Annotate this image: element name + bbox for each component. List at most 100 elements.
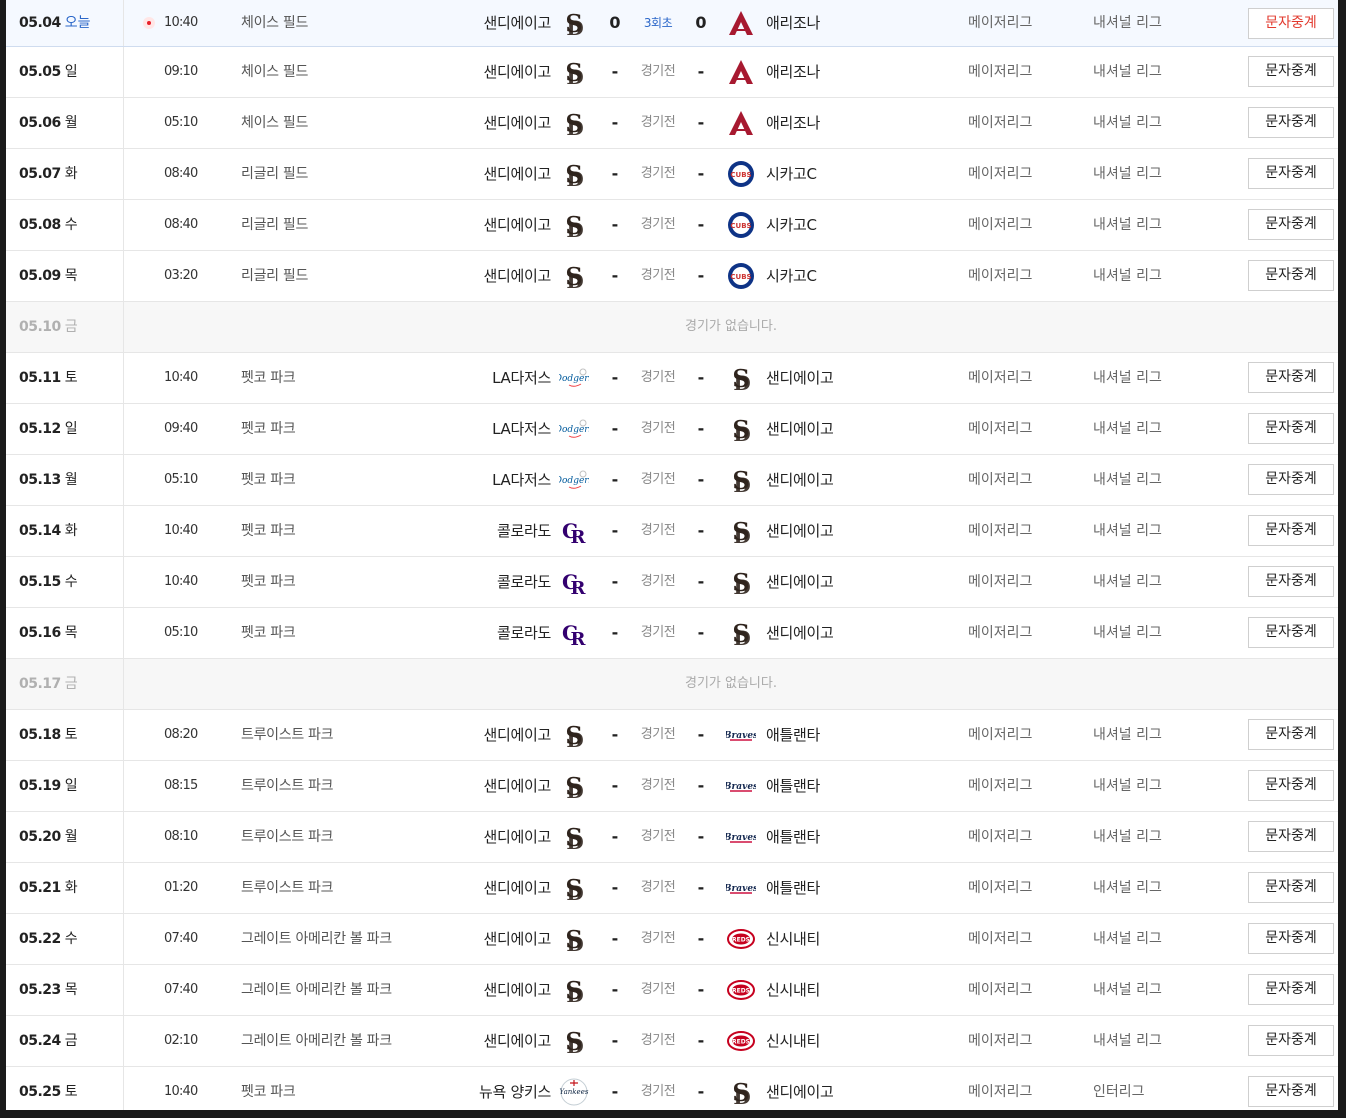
cubs-logo-icon[interactable]: CUBS	[726, 261, 756, 291]
text-broadcast-button[interactable]: 문자중계	[1248, 1025, 1334, 1056]
braves-logo-icon[interactable]: Braves	[726, 822, 756, 852]
away-team-name[interactable]: 샌디에이고	[766, 455, 834, 505]
padres-logo-icon[interactable]: SD	[559, 261, 589, 291]
home-team-name[interactable]: 콜로라도	[497, 608, 551, 658]
home-team-name[interactable]: 샌디에이고	[483, 98, 551, 148]
away-team-name[interactable]: 애리조나	[766, 47, 820, 97]
text-broadcast-button[interactable]: 문자중계	[1248, 107, 1334, 138]
dbacks-logo-icon[interactable]	[726, 8, 756, 38]
away-team-name[interactable]: 애리조나	[766, 98, 820, 148]
reds-logo-icon[interactable]: REDS	[726, 975, 756, 1005]
home-team-name[interactable]: 샌디에이고	[483, 200, 551, 250]
away-team-name[interactable]: 샌디에이고	[766, 1067, 834, 1110]
home-team-name[interactable]: 샌디에이고	[483, 47, 551, 97]
rockies-logo-icon[interactable]: CR	[559, 516, 589, 546]
reds-logo-icon[interactable]: REDS	[726, 924, 756, 954]
text-broadcast-button[interactable]: 문자중계	[1248, 209, 1334, 240]
padres-logo-icon[interactable]: SD	[726, 1077, 756, 1107]
dodgers-logo-icon[interactable]: Dodgers	[559, 465, 589, 495]
home-team-name[interactable]: LA다저스	[492, 404, 551, 454]
away-team-name[interactable]: 시카고C	[766, 200, 817, 250]
text-broadcast-button[interactable]: 문자중계	[1248, 413, 1334, 444]
away-team-name[interactable]: 시카고C	[766, 251, 817, 301]
home-team-name[interactable]: 샌디에이고	[483, 965, 551, 1015]
rockies-logo-icon[interactable]: CR	[559, 618, 589, 648]
home-team-name[interactable]: 샌디에이고	[483, 149, 551, 199]
text-broadcast-button[interactable]: 문자중계	[1248, 974, 1334, 1005]
text-broadcast-button[interactable]: 문자중계	[1248, 719, 1334, 750]
braves-logo-icon[interactable]: Braves	[726, 771, 756, 801]
away-team-name[interactable]: 샌디에이고	[766, 608, 834, 658]
home-team-name[interactable]: 샌디에이고	[483, 914, 551, 964]
padres-logo-icon[interactable]: SD	[726, 567, 756, 597]
home-team-name[interactable]: 샌디에이고	[483, 761, 551, 811]
padres-logo-icon[interactable]: SD	[559, 720, 589, 750]
padres-logo-icon[interactable]: SD	[726, 618, 756, 648]
text-broadcast-button[interactable]: 문자중계	[1248, 56, 1334, 87]
away-team-name[interactable]: 애리조나	[766, 0, 820, 46]
padres-logo-icon[interactable]: SD	[559, 822, 589, 852]
away-team-name[interactable]: 샌디에이고	[766, 506, 834, 556]
away-team-name[interactable]: 애틀랜타	[766, 761, 820, 811]
home-team-name[interactable]: 뉴욕 양키스	[479, 1067, 551, 1110]
cubs-logo-icon[interactable]: CUBS	[726, 159, 756, 189]
text-broadcast-button[interactable]: 문자중계	[1248, 158, 1334, 189]
away-team-name[interactable]: 신시내티	[766, 1016, 820, 1066]
text-broadcast-button[interactable]: 문자중계	[1248, 1076, 1334, 1107]
text-broadcast-button[interactable]: 문자중계	[1248, 260, 1334, 291]
home-team-name[interactable]: 콜로라도	[497, 557, 551, 607]
braves-logo-icon[interactable]: Braves	[726, 720, 756, 750]
away-team-name[interactable]: 신시내티	[766, 965, 820, 1015]
home-team-name[interactable]: LA다저스	[492, 455, 551, 505]
dodgers-logo-icon[interactable]: Dodgers	[559, 363, 589, 393]
home-team-name[interactable]: 샌디에이고	[483, 812, 551, 862]
padres-logo-icon[interactable]: SD	[559, 8, 589, 38]
padres-logo-icon[interactable]: SD	[559, 873, 589, 903]
text-broadcast-button[interactable]: 문자중계	[1248, 923, 1334, 954]
text-broadcast-button[interactable]: 문자중계	[1248, 566, 1334, 597]
away-team-name[interactable]: 애틀랜타	[766, 710, 820, 760]
padres-logo-icon[interactable]: SD	[726, 516, 756, 546]
padres-logo-icon[interactable]: SD	[559, 210, 589, 240]
reds-logo-icon[interactable]: REDS	[726, 1026, 756, 1056]
text-broadcast-button[interactable]: 문자중계	[1248, 362, 1334, 393]
away-team-name[interactable]: 샌디에이고	[766, 557, 834, 607]
text-broadcast-button[interactable]: 문자중계	[1248, 515, 1334, 546]
rockies-logo-icon[interactable]: CR	[559, 567, 589, 597]
text-broadcast-button[interactable]: 문자중계	[1248, 770, 1334, 801]
away-team-name[interactable]: 신시내티	[766, 914, 820, 964]
text-broadcast-button[interactable]: 문자중계	[1248, 464, 1334, 495]
text-broadcast-button[interactable]: 문자중계	[1248, 872, 1334, 903]
yankees-logo-icon[interactable]: Yankees	[559, 1077, 589, 1107]
home-team-name[interactable]: 샌디에이고	[483, 1016, 551, 1066]
padres-logo-icon[interactable]: SD	[726, 414, 756, 444]
home-team-name[interactable]: 콜로라도	[497, 506, 551, 556]
home-team-name[interactable]: 샌디에이고	[483, 251, 551, 301]
text-broadcast-button[interactable]: 문자중계	[1248, 617, 1334, 648]
padres-logo-icon[interactable]: SD	[726, 363, 756, 393]
home-team-name[interactable]: LA다저스	[492, 353, 551, 403]
braves-logo-icon[interactable]: Braves	[726, 873, 756, 903]
home-team-name[interactable]: 샌디에이고	[483, 863, 551, 913]
home-team-name[interactable]: 샌디에이고	[483, 710, 551, 760]
away-team-name[interactable]: 샌디에이고	[766, 353, 834, 403]
text-broadcast-button[interactable]: 문자중계	[1248, 8, 1334, 39]
dodgers-logo-icon[interactable]: Dodgers	[559, 414, 589, 444]
padres-logo-icon[interactable]: SD	[559, 975, 589, 1005]
padres-logo-icon[interactable]: SD	[726, 465, 756, 495]
away-team-name[interactable]: 시카고C	[766, 149, 817, 199]
away-team-name[interactable]: 애틀랜타	[766, 863, 820, 913]
away-team-name[interactable]: 애틀랜타	[766, 812, 820, 862]
padres-logo-icon[interactable]: SD	[559, 57, 589, 87]
home-team-name[interactable]: 샌디에이고	[483, 0, 551, 46]
dbacks-logo-icon[interactable]	[726, 57, 756, 87]
text-broadcast-button[interactable]: 문자중계	[1248, 821, 1334, 852]
dbacks-logo-icon[interactable]	[726, 108, 756, 138]
padres-logo-icon[interactable]: SD	[559, 924, 589, 954]
padres-logo-icon[interactable]: SD	[559, 159, 589, 189]
cubs-logo-icon[interactable]: CUBS	[726, 210, 756, 240]
padres-logo-icon[interactable]: SD	[559, 771, 589, 801]
away-team-name[interactable]: 샌디에이고	[766, 404, 834, 454]
padres-logo-icon[interactable]: SD	[559, 108, 589, 138]
padres-logo-icon[interactable]: SD	[559, 1026, 589, 1056]
